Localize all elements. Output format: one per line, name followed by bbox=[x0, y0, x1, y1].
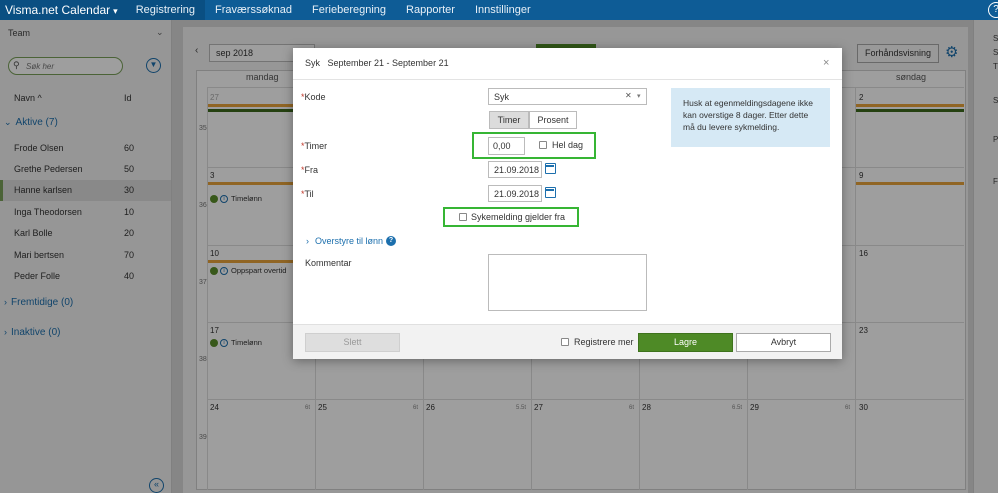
hel-dag-checkbox[interactable] bbox=[539, 141, 547, 149]
fra-label: *Fra bbox=[301, 165, 319, 175]
fra-date-input[interactable]: 21.09.2018 bbox=[488, 161, 542, 178]
kode-value: Syk bbox=[494, 92, 510, 102]
til-label-text: Til bbox=[304, 189, 314, 199]
toggle-timer[interactable]: Timer bbox=[489, 111, 529, 129]
hel-dag-label: Hel dag bbox=[552, 140, 584, 150]
timer-label-text: Timer bbox=[304, 141, 328, 151]
sykemelding-checkbox[interactable] bbox=[459, 213, 467, 221]
app-title: Visma.net Calendar bbox=[5, 3, 111, 17]
til-label: *Til bbox=[301, 189, 314, 199]
timer-input[interactable]: 0,00 bbox=[488, 137, 525, 155]
avbryt-button[interactable]: Avbryt bbox=[736, 333, 831, 352]
kode-select[interactable]: Syk ✕ ▾ bbox=[488, 88, 647, 105]
help-icon[interactable]: ? bbox=[386, 236, 397, 246]
kode-label: *Kode bbox=[301, 92, 326, 102]
registrere-mer-label: Registrere mer bbox=[574, 337, 634, 347]
app-switcher[interactable]: Visma.net Calendar ▾ bbox=[0, 0, 126, 20]
overstyre-link[interactable]: › Overstyre til lønn? bbox=[306, 236, 397, 246]
chevron-down-icon: ▾ bbox=[113, 6, 118, 16]
nav-innstillinger[interactable]: Innstillinger bbox=[465, 0, 541, 20]
divider bbox=[293, 79, 842, 80]
kommentar-label: Kommentar bbox=[305, 258, 352, 268]
calendar-icon[interactable] bbox=[545, 163, 556, 174]
chevron-down-icon: ▾ bbox=[637, 93, 641, 100]
nav-rapporter[interactable]: Rapporter bbox=[396, 0, 465, 20]
lagre-button[interactable]: Lagre bbox=[638, 333, 733, 352]
timer-label: *Timer bbox=[301, 141, 328, 151]
til-date-input[interactable]: 21.09.2018 bbox=[488, 185, 542, 202]
top-nav: Visma.net Calendar ▾ Registrering Fraværs… bbox=[0, 0, 998, 20]
slett-button[interactable]: Slett bbox=[305, 333, 400, 352]
toggle-prosent[interactable]: Prosent bbox=[529, 111, 577, 129]
info-message: Husk at egenmeldingsdagene ikke kan over… bbox=[671, 88, 830, 147]
calendar-icon[interactable] bbox=[545, 187, 556, 198]
kode-label-text: Kode bbox=[304, 92, 326, 102]
help-icon[interactable]: ? bbox=[988, 2, 998, 18]
nav-ferieberegning[interactable]: Ferieberegning bbox=[302, 0, 396, 20]
sykemelding-label: Sykemelding gjelder fra bbox=[471, 212, 566, 222]
registrere-mer-checkbox[interactable] bbox=[561, 338, 569, 346]
dialog-title: Syk September 21 - September 21 bbox=[305, 58, 449, 68]
overstyre-label: Overstyre til lønn bbox=[315, 236, 384, 246]
clear-icon[interactable]: ✕ bbox=[625, 91, 632, 100]
close-icon[interactable]: × bbox=[823, 57, 829, 69]
absence-dialog: Syk September 21 - September 21 × *Kode … bbox=[293, 48, 842, 359]
fra-label-text: Fra bbox=[304, 165, 319, 175]
kommentar-textarea[interactable] bbox=[488, 254, 647, 311]
nav-fravaerssoknad[interactable]: Fraværssøknad bbox=[205, 0, 302, 20]
dialog-footer: Slett Registrere mer Lagre Avbryt bbox=[293, 324, 842, 359]
chevron-right-icon: › bbox=[306, 236, 309, 246]
nav-registrering[interactable]: Registrering bbox=[125, 0, 206, 20]
